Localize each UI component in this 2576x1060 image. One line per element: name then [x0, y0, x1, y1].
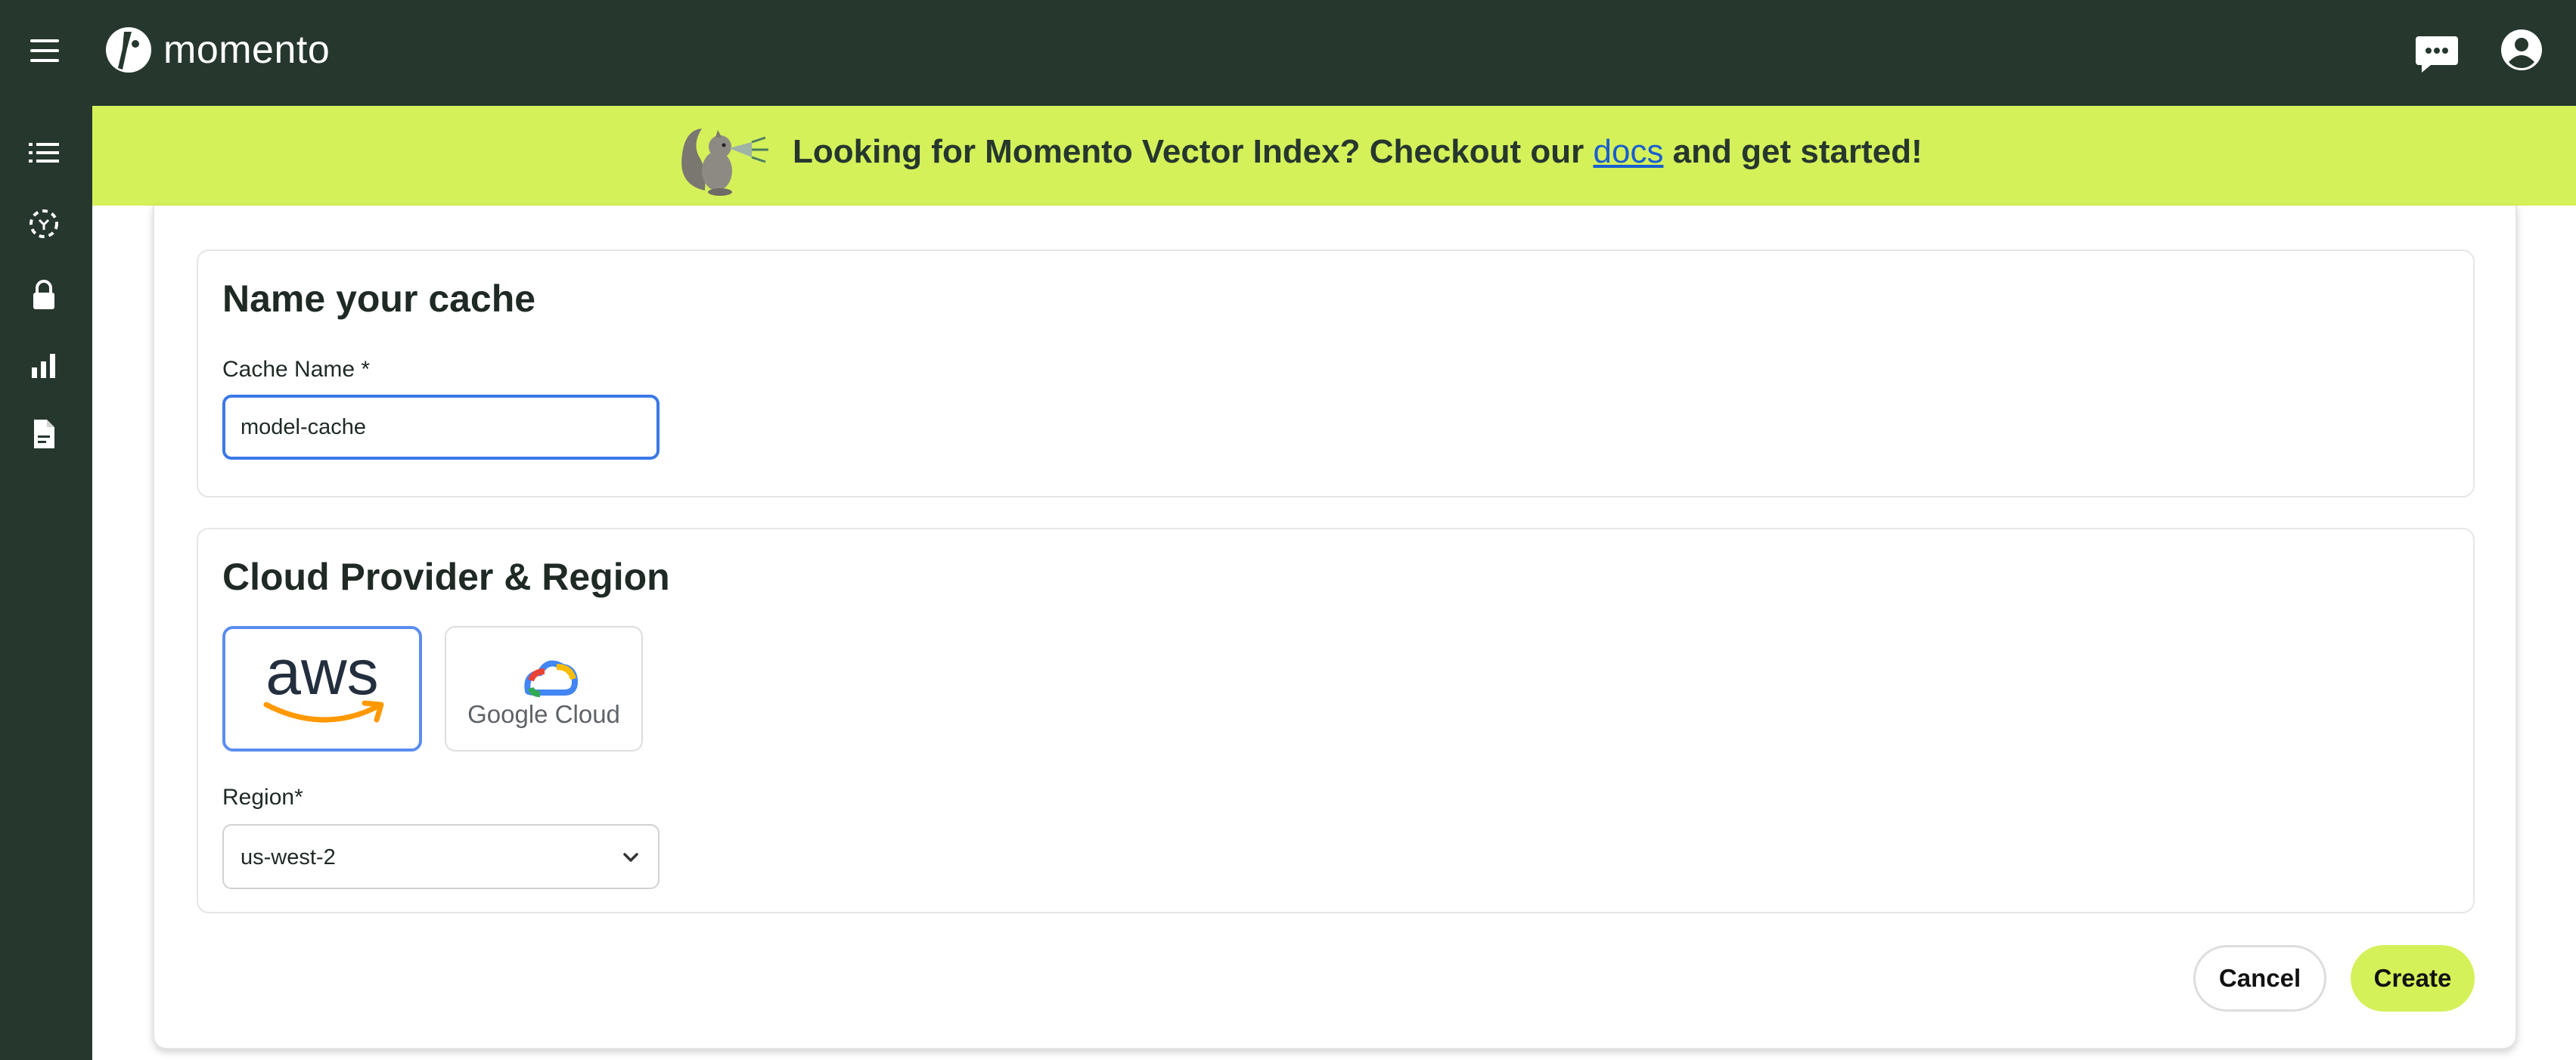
create-button[interactable]: Create — [2351, 945, 2475, 1012]
top-bar: momento — [0, 0, 2576, 106]
sidebar — [0, 106, 92, 1060]
lock-icon[interactable] — [27, 278, 61, 311]
metrics-icon[interactable] — [27, 349, 61, 383]
cloud-section-title: Cloud Provider & Region — [222, 556, 670, 598]
banner-text-start: Looking for Momento Vector Index? Checko… — [793, 133, 1594, 170]
banner-message: Looking for Momento Vector Index? Checko… — [793, 133, 1923, 171]
region-label: Region* — [222, 785, 303, 810]
aws-logo-text: aws — [265, 637, 378, 708]
region-select[interactable]: us-west-2 — [222, 824, 660, 889]
google-cloud-logo: Google Cloud — [467, 660, 620, 728]
squirrel-mascot-icon — [676, 115, 773, 198]
account-icon[interactable] — [2500, 29, 2543, 71]
momento-logo[interactable]: momento — [104, 26, 330, 74]
google-cloud-provider-option[interactable]: Google Cloud — [445, 626, 643, 752]
google-cloud-logo-text: Google Cloud — [467, 700, 620, 728]
banner-text-end: and get started! — [1663, 133, 1923, 170]
cache-name-label: Cache Name * — [222, 357, 371, 382]
aws-logo: aws — [263, 637, 384, 723]
announcement-banner: Looking for Momento Vector Index? Checko… — [92, 106, 2576, 206]
name-section-title: Name your cache — [222, 277, 536, 320]
region-value: us-west-2 — [241, 845, 336, 869]
chevron-down-icon — [623, 853, 638, 862]
aws-provider-option[interactable]: aws — [222, 626, 422, 752]
cancel-button[interactable]: Cancel — [2193, 945, 2326, 1012]
name-section: Name your cache Cache Name * — [197, 250, 2475, 497]
topics-icon[interactable] — [27, 207, 61, 240]
document-icon[interactable] — [27, 417, 61, 451]
docs-link[interactable]: docs — [1594, 133, 1664, 170]
logo-text: momento — [163, 28, 331, 72]
momento-logo-icon — [106, 27, 151, 73]
menu-icon[interactable] — [30, 39, 59, 62]
list-icon[interactable] — [27, 136, 61, 169]
chat-icon[interactable] — [2414, 33, 2460, 76]
cache-name-input[interactable] — [222, 395, 660, 460]
